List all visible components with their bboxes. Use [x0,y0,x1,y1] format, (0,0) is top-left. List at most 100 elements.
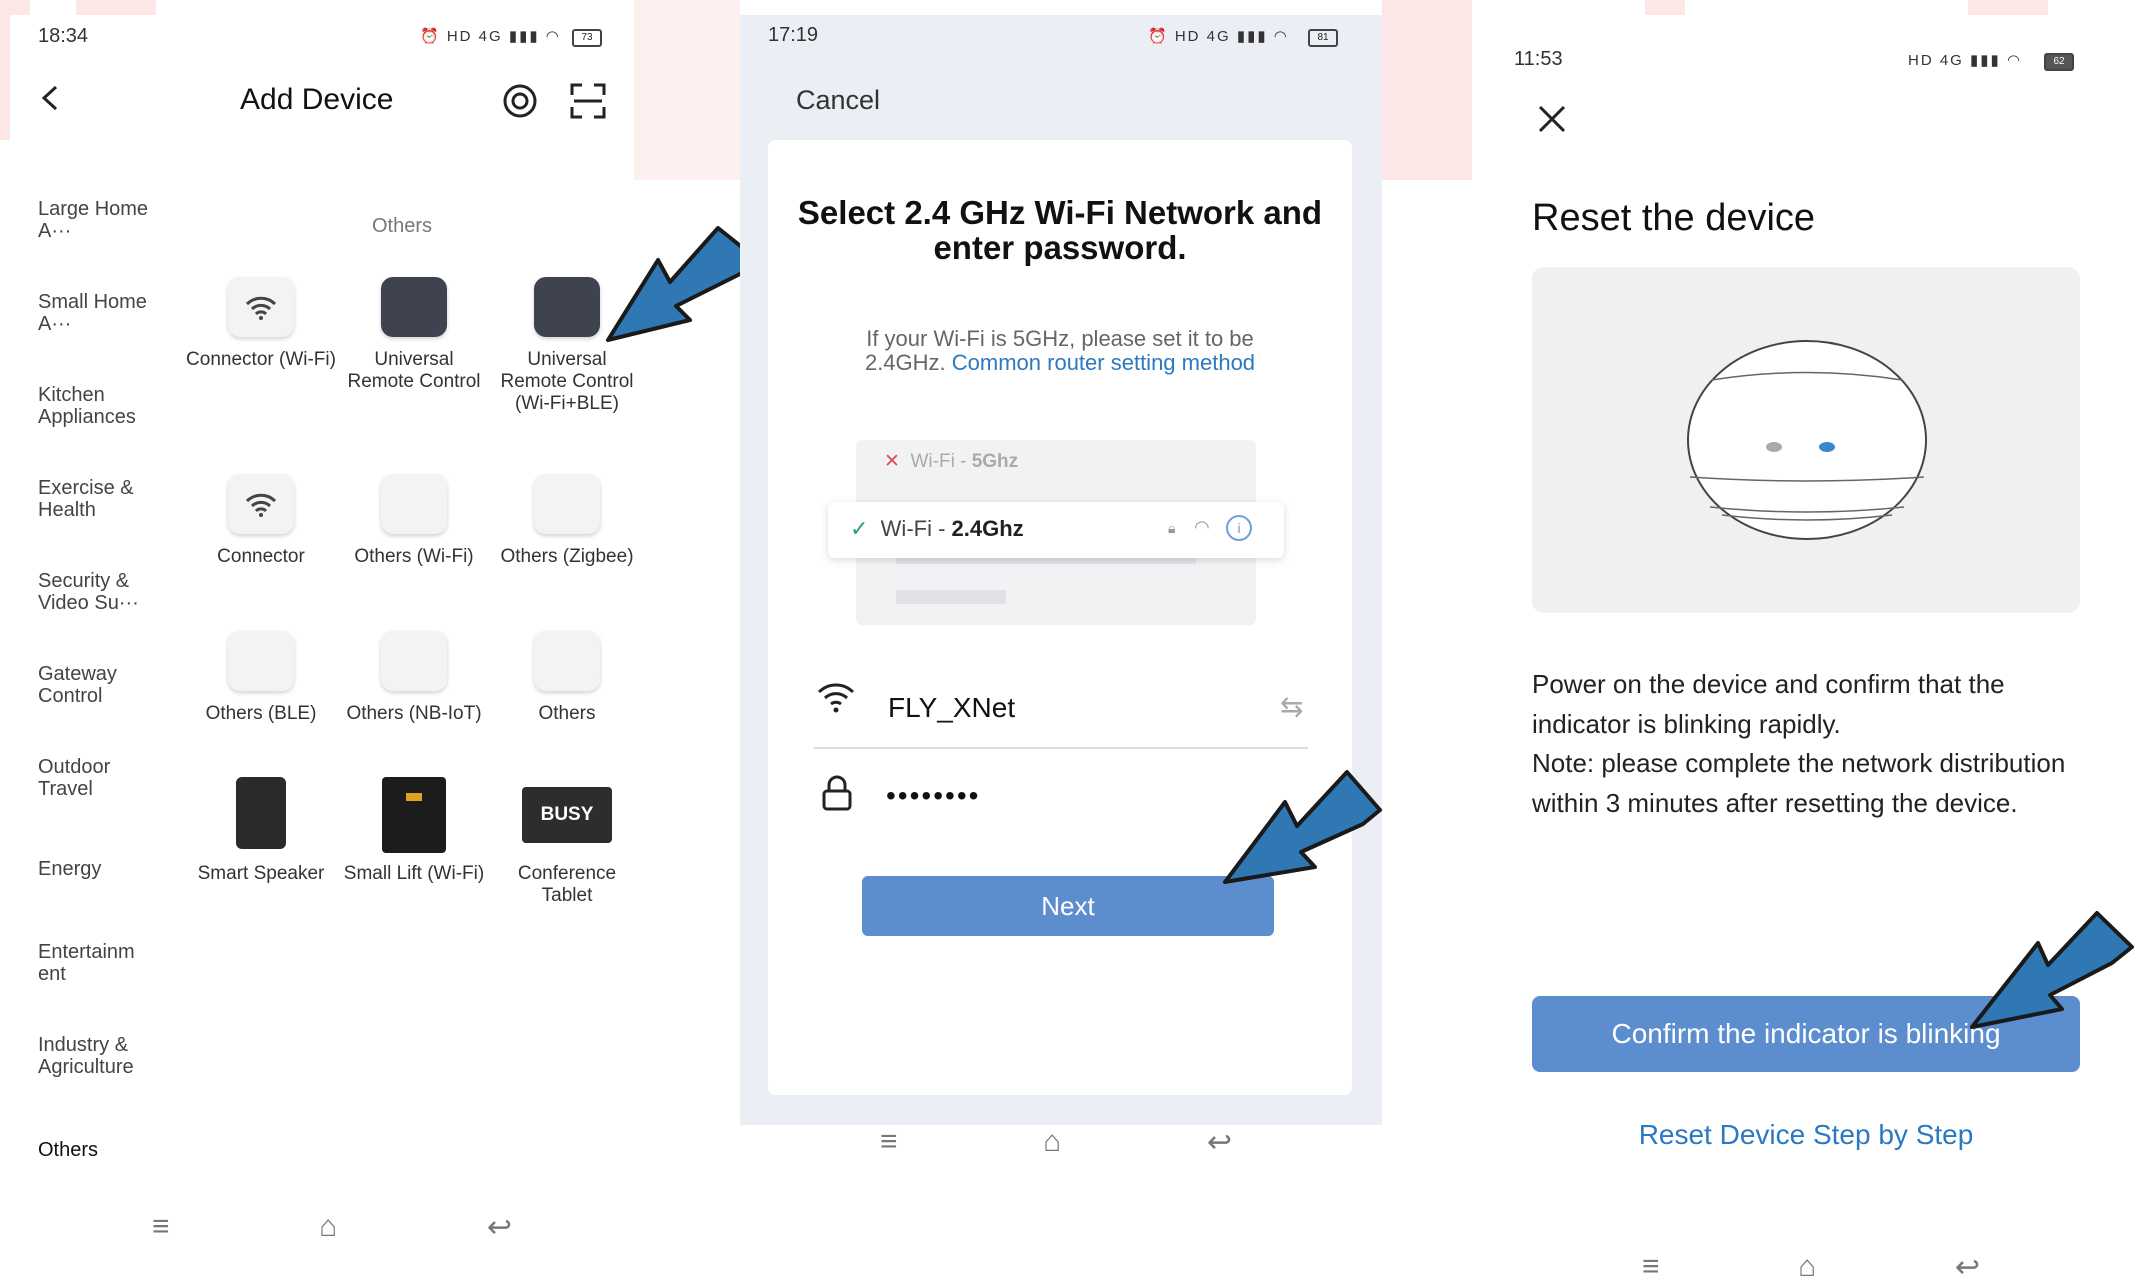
menu-icon[interactable]: ≡ [152,1210,170,1245]
device-others-nbiot[interactable]: Others (NB-IoT) [339,631,489,725]
instruction-text: Power on the device and confirm that the… [1532,669,2066,818]
device-others[interactable]: Others [492,631,642,725]
home-icon[interactable]: ⌂ [1043,1125,1061,1160]
wifi-icon: ◠ [1194,517,1210,537]
background-decoration [634,0,740,180]
reset-step-by-step-link[interactable]: Reset Device Step by Step [1472,1119,2140,1151]
generic-device-icon [534,631,600,691]
battery-icon: 73 [572,29,602,47]
back-icon[interactable] [38,83,64,113]
wifi-24ghz-option: ✓ Wi-Fi - 2.4Ghz 🔒︎ ◠ i [828,502,1284,558]
wifi-card: Select 2.4 GHz Wi-Fi Network and enter p… [768,140,1352,1095]
system-nav-bar: ≡ ⌂ ↩ [152,1210,512,1245]
device-illustration [1532,267,2080,613]
status-icons: HD 4G ▮▮▮ ◠ [1908,52,2023,69]
device-label: Others (Zigbee) [500,546,634,567]
device-smart-speaker[interactable]: Smart Speaker [186,777,336,885]
menu-icon[interactable]: ≡ [1642,1250,1660,1285]
category-gateway[interactable]: Gateway Control [38,663,158,707]
category-exercise[interactable]: Exercise & Health [38,477,158,521]
status-time: 17:19 [768,24,819,46]
cancel-button[interactable]: Cancel [796,85,880,116]
device-label: Universal Remote Control [347,349,481,392]
generic-device-icon [228,631,294,691]
router-setting-link[interactable]: Common router setting method [952,350,1255,375]
pointer-arrow [1970,911,2134,1029]
status-time: 18:34 [38,25,89,47]
device-label: Others [538,703,596,724]
lift-icon [382,777,446,853]
category-others[interactable]: Others [38,1139,158,1161]
reset-device-screen: 11:53 HD 4G ▮▮▮ ◠ 62 Reset the device Po… [1472,15,2143,1284]
add-device-screen: 18:34 ⏰ HD 4G ▮▮▮ ◠ 73 Add Device Large … [10,15,760,1277]
back-nav-icon[interactable]: ↩ [1207,1125,1232,1160]
home-icon[interactable]: ⌂ [319,1210,337,1245]
category-energy[interactable]: Energy [38,858,158,880]
lock-icon [822,775,852,811]
device-label: Universal Remote Control (Wi-Fi+BLE) [500,349,634,414]
page-title: Add Device [240,83,394,116]
device-others-zigbee[interactable]: Others (Zigbee) [492,474,642,568]
generic-device-icon [534,474,600,534]
remote-icon [381,277,447,337]
section-header: Others [372,215,433,237]
device-label: Others (NB-IoT) [346,703,482,724]
speaker-icon [236,777,286,849]
category-large-home[interactable]: Large Home A··· [38,198,158,242]
home-icon[interactable]: ⌂ [1798,1250,1816,1285]
status-icons: ⏰ HD 4G ▮▮▮ ◠ [1148,28,1289,45]
battery-icon: 81 [1308,29,1338,47]
back-nav-icon[interactable]: ↩ [1955,1250,1980,1285]
generic-device-icon [381,631,447,691]
scan-nearby-icon[interactable] [500,81,540,121]
category-small-home[interactable]: Small Home A··· [38,291,158,335]
pointer-arrow [1223,770,1382,884]
generic-device-icon [381,474,447,534]
category-entertainment[interactable]: Entertainm ent [38,941,158,985]
back-nav-icon[interactable]: ↩ [487,1210,512,1245]
battery-icon: 62 [2044,53,2074,71]
divider [814,747,1308,749]
status-time: 11:53 [1514,48,1563,70]
category-kitchen[interactable]: Kitchen Appliances [38,384,158,428]
device-connector-wifi[interactable]: Connector (Wi-Fi) [186,277,336,371]
status-icons: ⏰ HD 4G ▮▮▮ ◠ [420,28,561,45]
system-nav-bar: ≡ ⌂ ↩ [1642,1250,1980,1285]
category-outdoor[interactable]: Outdoor Travel [38,756,158,800]
background-decoration [1382,0,1472,180]
wifi-icon [817,683,855,713]
device-label: Conference Tablet [517,863,617,906]
page-title: Reset the device [1532,197,1816,239]
device-others-wifi[interactable]: Others (Wi-Fi) [339,474,489,568]
device-label: Connector (Wi-Fi) [186,349,336,370]
wifi-5ghz-option: ✕ Wi-Fi - 5Ghz [884,451,1019,472]
lock-icon: 🔒︎ [1168,520,1176,536]
busy-tablet-icon: BUSY [522,787,612,843]
info-icon[interactable]: i [1226,515,1252,541]
indicator-device-icon [1687,340,1927,540]
device-connector[interactable]: Connector [186,474,336,568]
close-icon[interactable] [1536,103,1568,135]
device-label: Smart Speaker [197,863,325,884]
remote-icon [534,277,600,337]
menu-icon[interactable]: ≡ [880,1125,898,1160]
device-universal-remote[interactable]: Universal Remote Control [339,277,489,393]
ssid-field[interactable]: FLY_XNet [888,692,1015,724]
device-small-lift[interactable]: Small Lift (Wi-Fi) [339,777,489,885]
switch-network-icon[interactable]: ⇆ [1280,690,1303,723]
instruction-text: If your Wi-Fi is 5GHz, please set it to … [864,326,1256,375]
category-industry[interactable]: Industry & Agriculture [38,1034,158,1078]
device-label: Others (BLE) [205,703,317,724]
qr-scan-icon[interactable] [568,81,608,121]
device-label: Others (Wi-Fi) [354,546,474,567]
device-label: Connector [217,546,305,567]
category-security[interactable]: Security & Video Su··· [38,570,158,614]
device-label: Small Lift (Wi-Fi) [343,863,485,884]
system-nav-bar: ≡ ⌂ ↩ [880,1125,1232,1160]
device-conference-tablet[interactable]: BUSY Conference Tablet [492,777,642,907]
page-title: Select 2.4 GHz Wi-Fi Network and enter p… [797,194,1323,266]
password-field[interactable]: •••••••• [886,780,980,812]
wifi-icon [228,277,294,337]
device-others-ble[interactable]: Others (BLE) [186,631,336,725]
background-decoration [76,0,156,15]
